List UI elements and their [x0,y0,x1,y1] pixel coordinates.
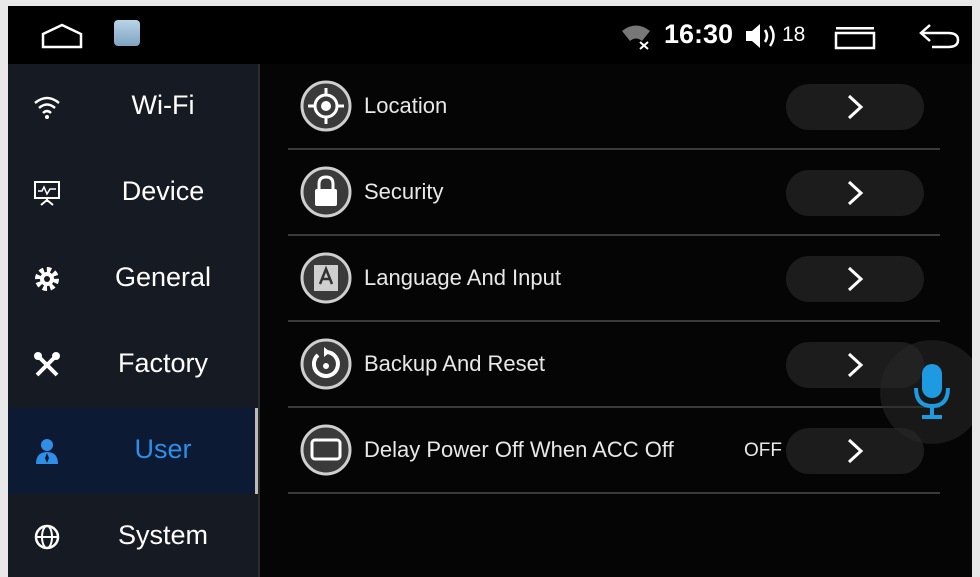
tools-icon [34,352,60,377]
sidebar-item-device[interactable]: Device [8,150,258,236]
row-divider [288,492,940,494]
sidebar-item-factory[interactable]: Factory [8,322,258,408]
chevron-right-icon [847,438,864,464]
setting-row-location[interactable]: Location [288,64,940,150]
row-label: Delay Power Off When ACC Off [364,437,674,462]
setting-row-delay-power-off[interactable]: Delay Power Off When ACC Off OFF [288,408,940,494]
settings-app-icon[interactable] [114,20,140,46]
language-chevron-button[interactable] [786,256,924,302]
lock-icon [300,166,352,218]
chevron-right-icon [847,94,864,120]
chevron-right-icon [847,266,864,292]
settings-window: 16:30 18 Wi-Fi Device General Factory Us… [8,6,972,577]
screen-icon [300,424,352,476]
language-keyboard-icon [300,252,352,304]
row-label: Security [364,179,444,204]
clock: 16:30 [664,19,734,49]
home-icon[interactable] [40,22,84,50]
volume-level: 18 [782,23,806,46]
sidebar-item-user[interactable]: User [8,408,258,494]
setting-row-language[interactable]: Language And Input [288,236,940,322]
sidebar-item-label: General [114,262,212,292]
row-label: Location [364,93,448,118]
sidebar-item-label: System [117,520,209,550]
microphone-icon [914,364,950,419]
row-label: Language And Input [364,265,561,290]
security-chevron-button[interactable] [786,170,924,216]
setting-row-backup[interactable]: Backup And Reset [288,322,940,408]
sidebar-item-wifi[interactable]: Wi-Fi [8,64,258,150]
backup-reset-icon [300,338,352,390]
location-target-icon [300,80,352,132]
row-label: Backup And Reset [364,351,546,376]
sidebar-item-label: User [134,434,192,464]
sidebar: Wi-Fi Device General Factory User System [8,64,258,577]
sidebar-divider [258,64,260,577]
status-bar: 16:30 18 [8,6,972,64]
sidebar-item-label: Device [121,176,205,206]
back-arrow-icon[interactable] [916,22,962,50]
volume-icon[interactable] [743,21,779,51]
sidebar-item-system[interactable]: System [8,494,258,577]
location-chevron-button[interactable] [786,84,924,130]
chevron-right-icon [847,180,864,206]
sidebar-item-label: Factory [117,348,209,378]
globe-icon [34,524,60,550]
sidebar-item-label: Wi-Fi [131,90,195,120]
wifi-icon [34,96,60,119]
user-icon [36,439,58,464]
gear-icon [35,267,59,291]
sidebar-item-general[interactable]: General [8,236,258,322]
device-monitor-icon [34,181,60,206]
setting-row-security[interactable]: Security [288,150,940,236]
delay-power-off-value: OFF [744,440,782,461]
recent-apps-icon[interactable] [832,23,878,51]
chevron-right-icon [847,352,864,378]
wifi-off-icon [622,25,650,50]
